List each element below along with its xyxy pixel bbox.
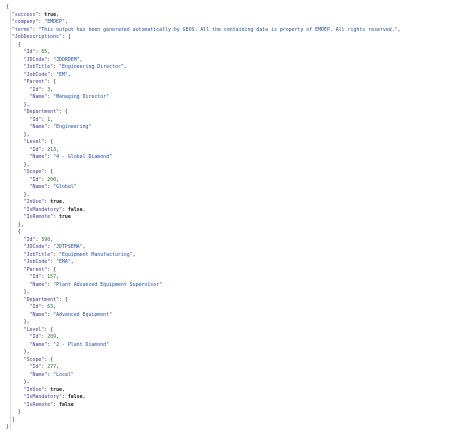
json-line: "Name": "Engineering" <box>29 124 92 130</box>
json-line: "JobCode": "EMA", <box>23 259 74 265</box>
json-line: "terms": "This output has been generated… <box>11 26 401 33</box>
json-line: } <box>6 424 9 430</box>
json-line: "Name": "Local" <box>29 371 74 378</box>
json-line: "Department": { <box>23 296 68 303</box>
json-line: ] <box>6 416 15 423</box>
json-line: "Id": 213, <box>29 146 60 153</box>
json-line: }, <box>6 221 24 228</box>
json-line: "Name": "2 - Plant Diamond" <box>29 341 110 348</box>
json-line: "Parent": { <box>23 266 57 273</box>
json-line: }, <box>6 131 30 138</box>
json-line: "Id": 3, <box>29 86 54 93</box>
json-line: "IsRemote": true <box>23 214 71 220</box>
json-line: "JobTitle": "Equipment Manufacturing", <box>23 251 136 258</box>
json-line: "Name": "Global" <box>29 184 77 190</box>
json-line: "success": true, <box>11 11 60 18</box>
json-line: { <box>6 229 21 235</box>
json-line: "JobDescriptions": [ <box>11 34 71 40</box>
json-line: "Scope": { <box>23 356 54 363</box>
json-line: "Level": { <box>23 139 54 145</box>
json-line: }, <box>6 101 30 108</box>
json-line: "Parent": { <box>23 79 57 85</box>
json-line: "Name": "Managing Director" <box>29 94 110 100</box>
json-line: "JobCode": "EM", <box>23 71 71 78</box>
json-line: "Name": "4 - Global Diamond" <box>29 154 113 160</box>
json-line: }, <box>6 319 30 325</box>
json-line: "Department": { <box>23 109 68 115</box>
json-line: "Scope": { <box>23 169 54 175</box>
json-line: { <box>6 4 9 10</box>
json-line: "Id": 65, <box>23 49 51 55</box>
json-line: }, <box>6 289 30 295</box>
json-line: "InUse": true, <box>23 386 65 393</box>
json-line: }, <box>6 161 30 168</box>
json-line: "company": "EMDEP", <box>11 19 68 25</box>
json-line: "Id": 590, <box>23 236 54 243</box>
json-viewer: { "success": true, "company": "EMDEP", "… <box>0 0 474 440</box>
json-line: }, <box>6 349 30 355</box>
json-line: }, <box>6 191 30 198</box>
json-line: "JobTitle": "Engineering Director", <box>23 64 127 70</box>
json-line: "JDCode": "JDDRDEM", <box>23 56 83 63</box>
json-line: "JDCode": "JDTPSEMA", <box>23 244 86 250</box>
json-line: "Id": 63, <box>29 304 57 310</box>
json-line: "Id": 157, <box>29 274 60 280</box>
json-line: "Level": { <box>23 326 54 333</box>
json-line: "Name": "Advanced Equipment" <box>29 311 113 318</box>
json-line: "IsRemote": false <box>23 401 74 408</box>
json-line: "Id": 209, <box>29 334 60 340</box>
json-line: } <box>6 409 21 415</box>
json-line: { <box>6 41 21 48</box>
json-line: "IsMandatory": false, <box>23 206 86 213</box>
json-line: "InUse": true, <box>23 199 65 205</box>
json-line: }, <box>6 379 30 385</box>
json-line: "Id": 200, <box>29 176 60 183</box>
json-line: "Name": "Plant Advanced Equipment Superv… <box>29 281 163 288</box>
json-line: "IsMandatory": false, <box>23 394 86 400</box>
json-line: "Id": 1, <box>29 116 54 123</box>
json-line: "Id": 277, <box>29 364 60 370</box>
